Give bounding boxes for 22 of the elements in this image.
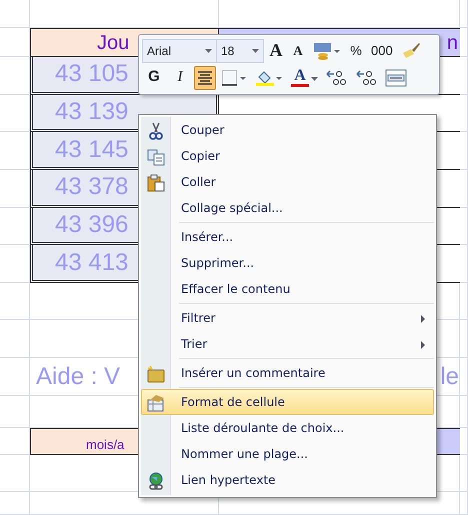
caret-icon [252, 48, 259, 52]
clipboard-icon [147, 174, 165, 192]
scissors-icon [147, 122, 165, 140]
globe-link-icon [147, 472, 165, 490]
menu-item[interactable]: Lien hypertexte [141, 467, 434, 493]
font-size-field[interactable]: 18 [216, 38, 264, 62]
submenu-arrow-icon [421, 341, 425, 349]
menu-item[interactable]: Filtrer [141, 305, 434, 331]
caret-icon [311, 76, 318, 80]
bold-button[interactable]: G [142, 66, 166, 90]
submenu-arrow-icon [421, 315, 425, 323]
copy-icon [147, 148, 165, 166]
font-color-button[interactable]: A [288, 66, 320, 90]
align-center-icon [197, 70, 213, 84]
menu-item[interactable]: Trier [141, 331, 434, 357]
align-center-button[interactable] [194, 66, 216, 90]
menu-item[interactable]: Format de cellule [141, 389, 434, 415]
note-icon [147, 365, 165, 383]
format-cells-icon [147, 394, 165, 412]
font-field[interactable]: Arial [142, 38, 217, 62]
italic-button[interactable]: I [168, 66, 192, 90]
caret-icon [205, 48, 212, 52]
